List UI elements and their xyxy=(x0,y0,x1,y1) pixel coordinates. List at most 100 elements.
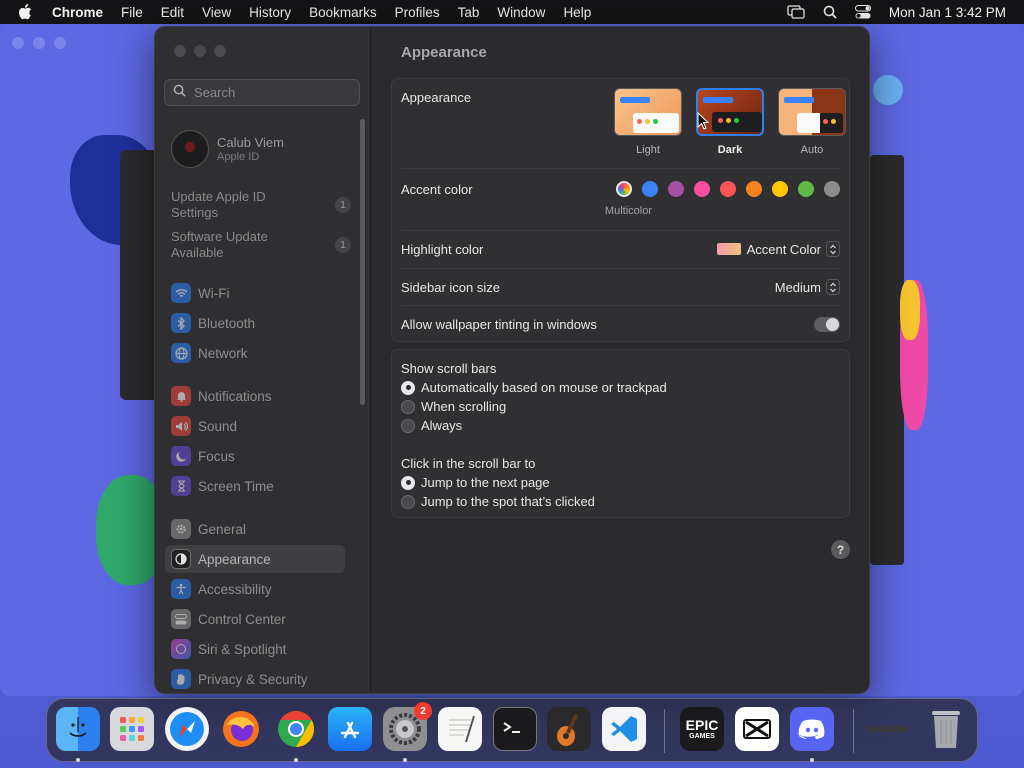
bell-icon xyxy=(171,386,191,406)
app-store-icon[interactable] xyxy=(328,707,372,751)
sidebar-item-label: Siri & Spotlight xyxy=(198,641,287,657)
firefox-icon[interactable] xyxy=(219,707,263,751)
scroll-bars-option-always[interactable]: Always xyxy=(401,418,462,433)
software-update-notice[interactable]: Software Update Available 1 xyxy=(171,229,351,261)
radio-button[interactable] xyxy=(401,380,415,395)
sidebar-item-siri-spotlight[interactable]: Siri & Spotlight xyxy=(165,635,345,663)
terminal-icon[interactable] xyxy=(493,707,537,751)
accent-orange-swatch[interactable] xyxy=(746,181,762,197)
safari-icon[interactable] xyxy=(165,707,209,751)
menu-history[interactable]: History xyxy=(249,5,291,20)
minimized-window-icon[interactable] xyxy=(865,707,909,751)
update-apple-id-notice[interactable]: Update Apple ID Settings 1 xyxy=(171,189,351,221)
sidebar-item-network[interactable]: Network xyxy=(165,339,345,367)
zoom-button[interactable] xyxy=(214,45,226,57)
scrollbar-thumb[interactable] xyxy=(360,119,365,405)
menu-window[interactable]: Window xyxy=(497,5,545,20)
highlight-color-row: Highlight color Accent Color xyxy=(401,231,840,269)
screen-mirroring-icon[interactable] xyxy=(787,5,805,19)
sidebar-item-appearance[interactable]: Appearance xyxy=(165,545,345,573)
accent-blue-swatch[interactable] xyxy=(642,181,658,197)
menu-view[interactable]: View xyxy=(202,5,231,20)
spotlight-search-icon[interactable] xyxy=(823,5,837,19)
textedit-icon[interactable] xyxy=(438,707,482,751)
click-scroll-option-spot[interactable]: Jump to the spot that’s clicked xyxy=(401,494,595,509)
menu-bar: Chrome File Edit View History Bookmarks … xyxy=(0,0,1024,24)
menu-tab[interactable]: Tab xyxy=(458,5,480,20)
menu-app-name[interactable]: Chrome xyxy=(52,5,103,20)
sidebar-item-bluetooth[interactable]: Bluetooth xyxy=(165,309,345,337)
trash-icon[interactable] xyxy=(924,707,968,751)
running-indicator xyxy=(403,758,407,762)
epic-games-logo-text: EPIC xyxy=(685,716,719,733)
multicolor-caption: Multicolor xyxy=(604,205,652,217)
click-scroll-option-next-page[interactable]: Jump to the next page xyxy=(401,475,550,490)
menu-help[interactable]: Help xyxy=(563,5,591,20)
epic-games-icon[interactable]: EPIC GAMES xyxy=(680,707,724,751)
launchpad-icon[interactable] xyxy=(110,707,154,751)
accent-green-swatch[interactable] xyxy=(798,181,814,197)
bluetooth-icon xyxy=(171,313,191,333)
accent-graphite-swatch[interactable] xyxy=(824,181,840,197)
search-field[interactable] xyxy=(164,79,360,106)
sidebar-item-wifi[interactable]: Wi-Fi xyxy=(165,279,345,307)
dock-separator xyxy=(853,709,854,753)
sidebar-item-control-center[interactable]: Control Center xyxy=(165,605,345,633)
sidebar-item-screen-time[interactable]: Screen Time xyxy=(165,472,345,500)
wallpaper-tinting-toggle[interactable] xyxy=(814,317,840,332)
radio-label: Jump to the spot that’s clicked xyxy=(421,494,595,509)
accent-purple-swatch[interactable] xyxy=(668,181,684,197)
speaker-icon xyxy=(171,416,191,436)
radio-button[interactable] xyxy=(401,475,415,490)
wallpaper-shape xyxy=(873,75,903,105)
scroll-bars-option-when-scrolling[interactable]: When scrolling xyxy=(401,399,506,414)
sidebar-icon-size-popup[interactable]: Medium xyxy=(775,279,840,295)
accent-pink-swatch[interactable] xyxy=(694,181,710,197)
sidebar-item-general[interactable]: General xyxy=(165,515,345,543)
control-center-icon[interactable] xyxy=(854,5,871,19)
close-button[interactable] xyxy=(174,45,186,57)
siri-icon xyxy=(171,639,191,659)
help-button[interactable]: ? xyxy=(831,540,850,559)
menu-bar-clock[interactable]: Mon Jan 1 3:42 PM xyxy=(889,5,1006,20)
highlight-color-popup[interactable]: Accent Color xyxy=(716,241,840,257)
finder-icon[interactable] xyxy=(56,707,100,751)
menu-bookmarks[interactable]: Bookmarks xyxy=(309,5,377,20)
radio-button[interactable] xyxy=(401,494,415,509)
sidebar-item-notifications[interactable]: Notifications xyxy=(165,382,345,410)
sidebar-item-privacy-security[interactable]: Privacy & Security xyxy=(165,665,345,693)
menu-profiles[interactable]: Profiles xyxy=(395,5,440,20)
minimize-button[interactable] xyxy=(194,45,206,57)
sidebar-scrollbar[interactable] xyxy=(360,119,366,407)
accent-multicolor-swatch[interactable] xyxy=(616,181,632,197)
sidebar-item-sound[interactable]: Sound xyxy=(165,412,345,440)
radio-button[interactable] xyxy=(401,399,415,414)
radio-button[interactable] xyxy=(401,418,415,433)
highlight-color-swatch xyxy=(716,243,741,255)
discord-icon[interactable] xyxy=(790,707,834,751)
menu-edit[interactable]: Edit xyxy=(161,5,184,20)
capcut-icon[interactable] xyxy=(735,707,779,751)
scroll-bars-option-auto[interactable]: Automatically based on mouse or trackpad xyxy=(401,380,667,395)
running-indicator xyxy=(294,758,298,762)
appearance-option-auto[interactable]: Auto xyxy=(776,88,848,156)
appearance-option-light[interactable]: Light xyxy=(612,88,684,156)
accent-yellow-swatch[interactable] xyxy=(772,181,788,197)
accent-red-swatch[interactable] xyxy=(720,181,736,197)
sidebar-item-accessibility[interactable]: Accessibility xyxy=(165,575,345,603)
garageband-icon[interactable] xyxy=(547,707,591,751)
menu-file[interactable]: File xyxy=(121,5,143,20)
wifi-icon xyxy=(171,283,191,303)
wallpaper-tinting-row: Allow wallpaper tinting in windows xyxy=(401,306,840,342)
apple-menu-icon[interactable] xyxy=(18,4,34,20)
wallpaper-shape xyxy=(900,280,920,340)
sidebar-item-label: Focus xyxy=(198,448,235,464)
light-thumbnail xyxy=(614,88,682,136)
search-input[interactable] xyxy=(194,85,354,100)
chrome-icon[interactable] xyxy=(274,707,318,751)
vscode-icon[interactable] xyxy=(602,707,646,751)
sidebar-item-focus[interactable]: Focus xyxy=(165,442,345,470)
apple-id-account[interactable]: Calub Viem Apple ID xyxy=(171,130,284,168)
system-settings-icon[interactable]: 2 xyxy=(383,702,432,751)
accent-color-label: Accent color xyxy=(401,182,473,197)
